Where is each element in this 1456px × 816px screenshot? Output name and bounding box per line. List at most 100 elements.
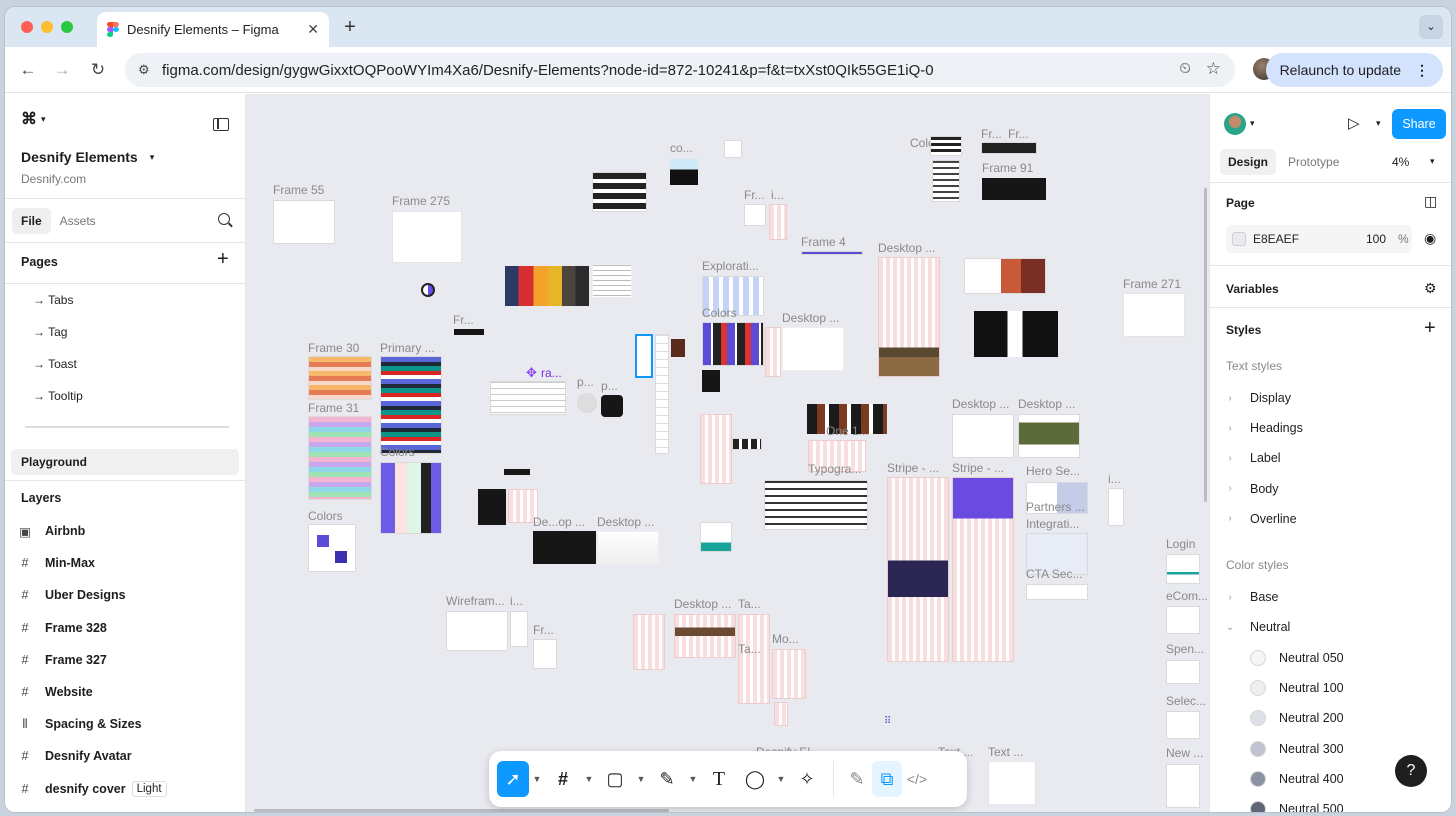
frame-label[interactable]: New ... [1166, 746, 1203, 760]
relaunch-button[interactable]: Relaunch to update ⋮ [1265, 53, 1443, 87]
layer-row[interactable]: # Min-Max [5, 547, 246, 579]
frame-label[interactable]: Desktop ... [674, 597, 731, 611]
frame-thumbnail[interactable] [1123, 293, 1185, 337]
frame-thumbnail[interactable] [510, 611, 528, 647]
page-item[interactable]: → Tabs [5, 288, 246, 312]
frame-label[interactable]: Frame 31 [308, 401, 359, 415]
move-tool-button[interactable]: ➚ [497, 761, 529, 797]
frame-thumbnail[interactable] [380, 356, 442, 454]
frame-label[interactable]: Fr... [744, 188, 765, 202]
frame-thumbnail[interactable] [308, 356, 372, 400]
frame-tool-button[interactable]: # [545, 761, 581, 797]
bookmark-star-icon[interactable]: ☆ [1206, 59, 1221, 79]
frame-label[interactable]: Stripe - ... [952, 461, 1004, 475]
frame-thumbnail[interactable] [932, 160, 960, 202]
main-menu-button[interactable]: ⌘ ▾ [5, 108, 246, 130]
frame-label[interactable]: De...op ... [533, 515, 585, 529]
frame-label[interactable]: Colors [308, 509, 343, 523]
tab-prototype[interactable]: Prototype [1282, 149, 1345, 175]
frame-label[interactable]: Fr... [533, 623, 554, 637]
design-mode-button[interactable]: ⧉ [872, 761, 902, 797]
color-style-item[interactable]: Neutral 500 [1210, 794, 1451, 812]
tab-search-button[interactable]: ⌄ [1419, 15, 1443, 39]
add-page-button[interactable]: + [217, 248, 229, 271]
frame-thumbnail[interactable] [533, 639, 557, 669]
frame-thumbnail[interactable] [700, 522, 732, 552]
design-canvas[interactable]: Frame 55 Frame 275 Frame 30 Frame 31 Col… [246, 94, 1209, 812]
visibility-eye-icon[interactable]: ◉ [1424, 230, 1436, 247]
frame-label[interactable]: eCom... [1166, 589, 1208, 603]
frame-label[interactable]: Ta... [738, 597, 761, 611]
frame-label[interactable]: Text ... [988, 745, 1023, 759]
frame-thumbnail[interactable] [454, 329, 484, 335]
frame-label[interactable]: Typogra... [808, 462, 861, 476]
frame-thumbnail[interactable] [982, 178, 1046, 200]
install-app-icon[interactable]: ⏲ [1179, 60, 1191, 77]
frame-thumbnail[interactable] [772, 649, 806, 699]
frame-thumbnail[interactable] [597, 531, 659, 564]
frame-thumbnail[interactable] [1166, 554, 1200, 584]
text-style-group[interactable]: › Headings [1210, 413, 1451, 443]
frame-label[interactable]: Desktop ... [952, 397, 1009, 411]
layer-row[interactable]: # Website [5, 676, 246, 708]
layer-row[interactable]: # Desnify Avatar [5, 740, 246, 772]
tab-file[interactable]: File [12, 208, 51, 234]
frame-thumbnail[interactable] [724, 140, 742, 158]
site-info-icon[interactable]: ⚙ [138, 62, 150, 78]
frame-thumbnail[interactable] [774, 702, 788, 726]
color-style-item[interactable]: Neutral 050 [1210, 643, 1451, 673]
frame-label[interactable]: Explorati... [702, 259, 759, 273]
zoom-level[interactable]: 4% [1392, 155, 1409, 169]
close-tab-icon[interactable]: ✕ [307, 21, 319, 38]
frame-thumbnail[interactable] [671, 339, 685, 357]
frame-label[interactable]: Desktop ... [597, 515, 654, 529]
page-item[interactable]: → Toast [5, 352, 246, 376]
share-button[interactable]: Share [1392, 109, 1446, 139]
frame-thumbnail[interactable] [930, 136, 962, 156]
color-style-group[interactable]: › Base [1210, 582, 1451, 612]
frame-label[interactable]: co... [670, 141, 693, 155]
canvas-vertical-scrollbar[interactable] [1204, 188, 1207, 502]
frame-thumbnail[interactable] [1018, 414, 1080, 458]
layer-row[interactable]: # Uber Designs [5, 579, 246, 611]
frame-thumbnail[interactable] [952, 477, 1014, 662]
layer-row[interactable]: ▣ Airbnb [5, 515, 246, 547]
frame-thumbnail[interactable] [765, 327, 781, 377]
frame-label[interactable]: Frame 275 [392, 194, 450, 208]
frame-thumbnail[interactable] [674, 614, 736, 658]
frame-label[interactable]: Login [1166, 537, 1195, 551]
frame-label[interactable]: Fr... [981, 127, 1002, 141]
close-window-button[interactable] [21, 21, 33, 33]
frame-label[interactable]: Desktop ... [782, 311, 839, 325]
pen-tool-button[interactable]: ✎ [649, 761, 685, 797]
chevron-down-icon[interactable]: ▼ [581, 774, 597, 784]
frame-thumbnail[interactable] [504, 469, 530, 475]
frame-thumbnail[interactable] [974, 311, 1058, 357]
frame-label[interactable]: Desktop ... [1018, 397, 1075, 411]
text-style-group[interactable]: › Overline [1210, 504, 1451, 534]
layer-row[interactable]: # Frame 327 [5, 644, 246, 676]
frame-label[interactable]: i... [510, 594, 523, 608]
file-name-button[interactable]: Desnify Elements ▾ [5, 146, 246, 168]
chevron-right-icon[interactable]: › [1210, 513, 1250, 524]
frame-thumbnail[interactable] [670, 159, 698, 185]
text-style-group[interactable]: › Label [1210, 443, 1451, 473]
frame-thumbnail[interactable] [887, 477, 949, 662]
frame-thumbnail[interactable] [392, 211, 462, 263]
actions-sparkle-button[interactable]: ✧ [789, 761, 825, 797]
frame-label[interactable]: Integrati... [1026, 517, 1079, 531]
chevron-right-icon[interactable]: › [1210, 453, 1250, 464]
present-play-icon[interactable]: ▷ [1348, 114, 1360, 132]
tab-design[interactable]: Design [1220, 149, 1277, 175]
rectangle-tool-button[interactable]: ▢ [597, 761, 633, 797]
frame-thumbnail[interactable] [782, 327, 844, 371]
frame-label[interactable]: Hero Se... [1026, 464, 1080, 478]
frame-label[interactable]: Frame 55 [273, 183, 324, 197]
frame-thumbnail[interactable] [446, 611, 508, 651]
chevron-down-icon[interactable]: ▼ [633, 774, 649, 784]
reload-button[interactable]: ↻ [85, 57, 111, 83]
text-style-group[interactable]: › Display [1210, 383, 1451, 413]
component-icon[interactable]: ⠿ [884, 716, 891, 727]
draw-mode-button[interactable]: ✎ [842, 761, 872, 797]
chevron-down-icon[interactable]: ▼ [773, 774, 789, 784]
